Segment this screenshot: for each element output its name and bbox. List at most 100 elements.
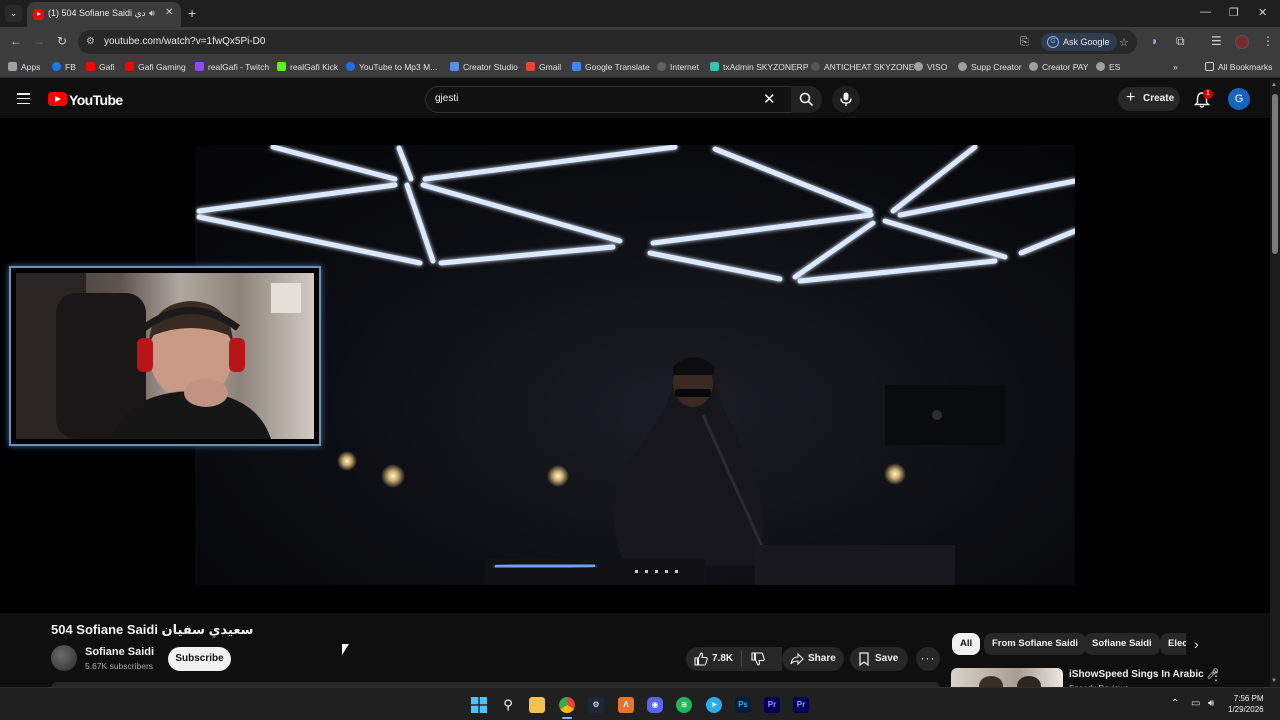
gemini-icon[interactable]: ◗ [1151, 34, 1158, 48]
webcam-feed-image [16, 273, 314, 439]
bookmark-apps[interactable]: Apps [8, 62, 40, 72]
photoshop-icon[interactable]: Ps [735, 697, 751, 713]
chip-sofiane-saidi[interactable]: Sofiane Saidi [1084, 633, 1160, 655]
speaker-icon[interactable]: 🔊︎ [149, 8, 155, 19]
bookmark-creator-studio[interactable]: Creator Studio [450, 62, 518, 72]
window-close-icon[interactable]: ✕ [1258, 6, 1267, 19]
bookmark-viso[interactable]: VISO [914, 62, 947, 72]
windows-start-icon[interactable] [471, 697, 487, 713]
app-a-icon[interactable]: Λ [618, 697, 634, 713]
recommended-video-title[interactable]: iShowSpeed Sings In Arabic 🎤︎ [1069, 669, 1219, 680]
chip-from-channel[interactable]: From Sofiane Saidi [984, 633, 1087, 655]
bookmark-txadmin[interactable]: txAdmin SKYZONERP [710, 62, 809, 72]
forward-arrow-icon[interactable]: → [33, 34, 45, 48]
recommended-video-menu-icon[interactable]: ⋮ [1210, 669, 1222, 683]
all-bookmarks-folder[interactable]: All Bookmarks [1205, 62, 1272, 72]
bookmark-gafi[interactable]: Gafi [86, 62, 115, 72]
taskbar-search-icon[interactable]: ⚲ [500, 697, 516, 713]
channel-avatar[interactable] [51, 645, 77, 671]
browser-menu-icon[interactable]: ⋮ [1262, 34, 1274, 48]
premiere-pro-second-icon[interactable]: Pr [793, 697, 809, 713]
bookmarks-overflow-icon[interactable]: » [1173, 62, 1178, 72]
bookmark-star-icon[interactable]: ☆ [1119, 36, 1129, 49]
page-scrollbar[interactable]: ▲ ▼ [1270, 80, 1280, 687]
extensions-puzzle-icon[interactable]: ⧉ [1176, 34, 1185, 49]
reload-icon[interactable]: ↻ [57, 34, 67, 48]
address-bar[interactable]: ⚙ youtube.com/watch?v=1fwQx5Pi-D0 ⎘ G As… [78, 30, 1137, 54]
url-text[interactable]: youtube.com/watch?v=1fwQx5Pi-D0 [104, 36, 265, 47]
bookmark-es[interactable]: ES [1096, 62, 1120, 72]
youtube-logo-icon[interactable] [48, 92, 67, 106]
discord-icon[interactable]: ◉ [647, 697, 663, 713]
tab-close-icon[interactable]: ✕ [165, 7, 173, 18]
tray-overflow-chevron-icon[interactable]: ⌃ [1171, 698, 1179, 709]
back-arrow-icon[interactable]: ← [10, 34, 22, 48]
video-player[interactable] [0, 118, 1270, 613]
chips-next-chevron-icon[interactable]: › [1194, 636, 1199, 652]
tab-search-icon[interactable]: ⌄ [5, 5, 22, 22]
bookmark-anticheat[interactable]: ANTICHEAT SKYZONE [811, 62, 914, 72]
search-input[interactable] [435, 93, 755, 104]
browser-profile-avatar[interactable] [1235, 35, 1249, 49]
windows-taskbar: ⚲ ⚙ Λ ◉ ≋ ➤ Ps Pr Pr ⌃ ▭ 🔊︎ 7:56 PM 1/29… [0, 687, 1280, 720]
bookmark-supp-creator[interactable]: Supp Creator [958, 62, 1022, 72]
site-info-icon[interactable]: ⚙ [86, 36, 98, 48]
bookmark-gafi-gaming[interactable]: Gafi Gaming [125, 62, 186, 72]
thumbs-up-icon [694, 652, 708, 666]
file-explorer-icon[interactable] [529, 697, 545, 713]
bookmark-realgafi-twitch[interactable]: realGafi - Twitch [195, 62, 269, 72]
mouse-cursor-icon [342, 644, 349, 655]
volume-icon[interactable]: 🔊︎ [1208, 698, 1214, 709]
voice-search-button[interactable] [832, 86, 860, 113]
chip-all[interactable]: All [952, 633, 981, 655]
chrome-icon[interactable] [559, 697, 575, 713]
youtube-logo-text[interactable]: YouTube [69, 92, 123, 108]
install-app-icon[interactable]: ⎘ [1020, 36, 1029, 49]
share-arrow-icon [790, 652, 804, 666]
scroll-up-arrow-icon[interactable]: ▲ [1271, 82, 1277, 88]
hamburger-menu-icon[interactable] [17, 93, 30, 105]
channel-name[interactable]: Sofiane Saidi [85, 646, 154, 658]
scroll-down-arrow-icon[interactable]: ▼ [1271, 678, 1277, 684]
create-label: Create [1143, 93, 1175, 104]
save-button[interactable]: Save [850, 647, 908, 671]
account-avatar[interactable]: G [1228, 88, 1250, 110]
bookmark-gmail[interactable]: Gmail [526, 62, 561, 72]
new-tab-plus-icon[interactable]: + [188, 5, 196, 21]
clock-date: 1/29/2026 [1228, 705, 1264, 714]
ask-google-label: Ask Google [1063, 37, 1110, 47]
scrollbar-thumb[interactable] [1272, 94, 1278, 254]
browser-tab-strip: ⌄ (1) 504 Sofiane Saidi سعيدي 🔊︎ ✕ + — ❐… [0, 0, 1280, 27]
share-label: Share [808, 653, 836, 664]
tab-title: (1) 504 Sofiane Saidi سعيدي [48, 8, 145, 18]
share-button[interactable]: Share [782, 647, 844, 671]
bookmark-realgafi-kick[interactable]: realGafi Kick [277, 62, 338, 72]
media-control-icon[interactable]: ☰ [1211, 34, 1222, 48]
bookmark-fb[interactable]: FB [52, 62, 76, 72]
network-icon[interactable]: ▭ [1191, 698, 1200, 709]
clear-search-icon[interactable]: ✕ [763, 90, 776, 108]
bookmark-creator-pay[interactable]: Creator PAY [1029, 62, 1088, 72]
chip-electronic[interactable]: Elec [1160, 633, 1186, 655]
video-frame[interactable] [195, 145, 1075, 585]
notification-count-badge: 1 [1203, 89, 1213, 99]
taskbar-clock[interactable]: 7:56 PM 1/29/2026 [1228, 693, 1264, 715]
spotify-icon[interactable]: ≋ [676, 697, 692, 713]
create-button[interactable]: + Create [1118, 87, 1180, 111]
window-restore-icon[interactable]: ❐ [1229, 6, 1239, 19]
dislike-button[interactable] [742, 647, 775, 671]
ask-google-button[interactable]: G Ask Google [1041, 33, 1117, 51]
browser-tab-active[interactable]: (1) 504 Sofiane Saidi سعيدي 🔊︎ ✕ [27, 2, 181, 27]
telegram-icon[interactable]: ➤ [706, 697, 722, 713]
active-app-indicator [562, 717, 572, 719]
steam-icon[interactable]: ⚙ [588, 697, 604, 713]
window-minimize-icon[interactable]: — [1200, 6, 1211, 18]
bookmark-youtube-mp3[interactable]: YouTube to Mp3 M... [346, 62, 437, 72]
premiere-pro-icon[interactable]: Pr [764, 697, 780, 713]
bookmark-google-translate[interactable]: Google Translate [572, 62, 650, 72]
more-actions-icon[interactable]: ··· [916, 647, 940, 671]
subscribe-button[interactable]: Subscribe [168, 647, 231, 671]
bookmark-internet[interactable]: Internet [657, 62, 699, 72]
youtube-favicon-icon [33, 9, 44, 20]
search-button[interactable] [791, 86, 822, 113]
